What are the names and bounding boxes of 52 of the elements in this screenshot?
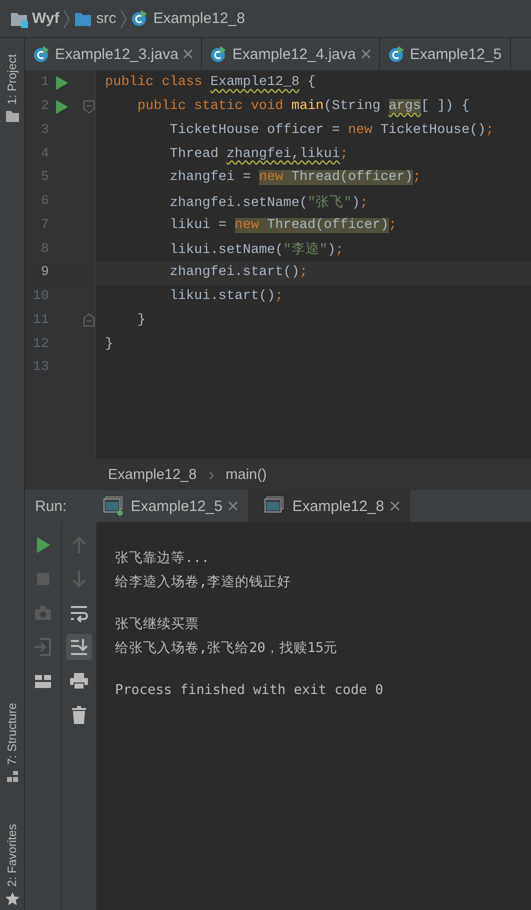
tool-window-button[interactable]: 2: Favorites <box>4 824 20 906</box>
fold-icon[interactable] <box>83 313 95 328</box>
star-icon <box>4 891 20 906</box>
breadcrumb-item[interactable]: main() <box>226 467 267 483</box>
console-output-line: Process finished with exit code 0 <box>115 681 384 700</box>
run-tab[interactable]: Example12_5 <box>86 490 248 522</box>
tool-window-button[interactable]: 7: Structure <box>4 703 20 784</box>
console-output-line: 张飞靠边等... <box>115 549 210 568</box>
breadcrumb-item[interactable]: src <box>96 10 116 27</box>
scroll-to-end-icon <box>68 636 90 658</box>
run-icon[interactable] <box>56 100 68 114</box>
code-line: zhangfei = new Thread(officer); <box>168 170 421 186</box>
code-line: likui = new Thread(officer); <box>168 218 397 233</box>
java-class-icon <box>33 46 50 62</box>
code-line: } <box>136 312 146 328</box>
editor-tab[interactable]: Example12_3.java <box>25 38 202 70</box>
editor-tab[interactable]: Example12_4.java <box>202 38 380 70</box>
structure-icon <box>4 769 20 784</box>
code-line: likui.start(); <box>168 289 284 304</box>
tool-window-button[interactable]: 1: Project <box>4 54 20 124</box>
breadcrumb-item[interactable]: Example12_8 <box>153 10 245 27</box>
code-line: } <box>105 336 114 352</box>
code-line: zhangfei.setName("张飞"); <box>168 194 368 211</box>
close-icon[interactable] <box>183 49 194 59</box>
line-number: 9 <box>40 265 49 280</box>
chevron-icon <box>63 8 70 28</box>
console-output-line: 给张飞入场卷,张飞给20，找赎15元 <box>115 639 339 658</box>
console-output-line: 给李逵入场卷,李逵的钱正好 <box>115 573 292 592</box>
close-icon[interactable] <box>390 501 400 511</box>
java-class-icon <box>388 46 405 62</box>
code-line: public class Example12_8 { <box>105 75 316 90</box>
breadcrumb-item[interactable]: Example12_8 <box>108 467 197 483</box>
editor-tab[interactable]: Example12_5 <box>380 38 511 70</box>
breadcrumb-item[interactable]: Wyf <box>32 10 60 27</box>
fold-icon[interactable] <box>83 100 95 114</box>
code-line: TicketHouse officer = new TicketHouse(); <box>168 122 494 138</box>
folder-icon <box>4 108 20 124</box>
chevron-icon <box>120 8 128 28</box>
code-line: likui.setName("李逵"); <box>168 240 344 258</box>
code-line: Thread zhangfei,likui; <box>168 146 348 162</box>
scroll-to-end-button[interactable] <box>66 634 92 660</box>
close-icon[interactable] <box>360 49 371 59</box>
code-line: public static void main(String args[ ]) { <box>136 99 470 114</box>
chevron-icon <box>208 470 214 480</box>
code-line: zhangfei.start(); <box>168 265 308 280</box>
java-class-icon <box>131 10 150 28</box>
run-tab[interactable]: Example12_8 <box>248 490 410 522</box>
console-output-line: 张飞继续买票 <box>115 615 200 634</box>
panel-title: Run: <box>34 498 68 514</box>
close-icon[interactable] <box>228 501 238 511</box>
run-icon[interactable] <box>56 76 68 90</box>
java-class-icon <box>210 46 228 62</box>
